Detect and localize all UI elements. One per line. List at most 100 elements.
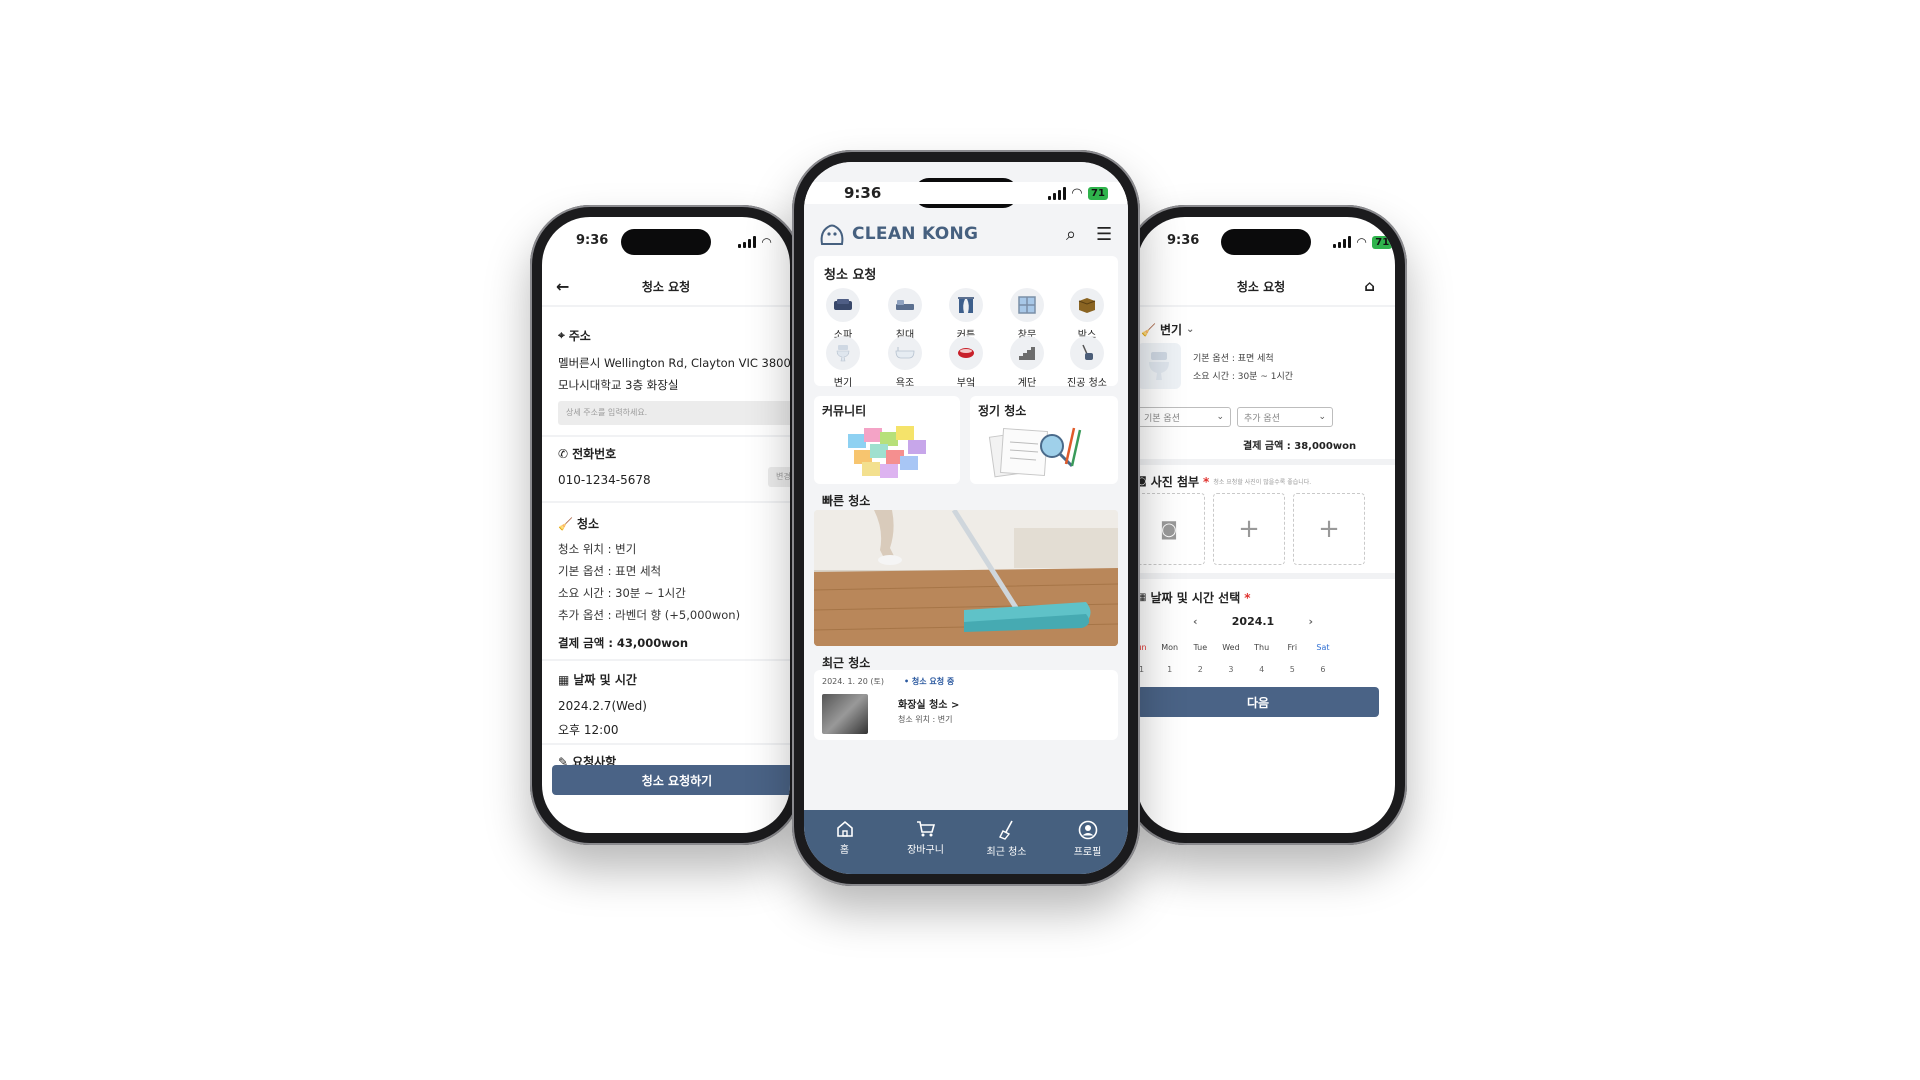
gorilla-logo-icon <box>820 224 844 245</box>
weekday-thu: Thu <box>1254 643 1270 652</box>
regular-cleaning-card[interactable]: 정기 청소 <box>970 396 1118 484</box>
cleaning-location: 청소 위치 : 변기 <box>558 542 637 556</box>
page-title: 청소 요청 <box>1236 279 1286 294</box>
tab-profile[interactable]: 프로필 <box>1058 820 1118 858</box>
wifi-icon: ◠ <box>1072 186 1082 201</box>
battery-icon: 71 <box>1372 235 1393 249</box>
wifi-icon: ◠ <box>1357 235 1367 249</box>
signal-icon <box>738 236 756 248</box>
signal-icon <box>1333 236 1351 248</box>
photo-section-title: ◙ 사진 첨부 * 청소 요청할 사진이 많을수록 좋습니다. <box>1137 474 1312 490</box>
category-toilet[interactable]: 변기 <box>818 336 868 389</box>
photo-upload-slot-1[interactable]: ◙ <box>1137 493 1205 565</box>
date-cell[interactable]: 3 <box>1219 665 1243 674</box>
category-sofa[interactable]: 소파 <box>818 288 868 341</box>
extra-option-select[interactable]: 추가 옵션 ⌄ <box>1237 407 1333 427</box>
cart-icon <box>916 821 935 837</box>
center-screen: 9:36 ◠ 71 CLEAN KONG ⌕ ☰ 청소 요청 소파 침대 <box>804 162 1128 874</box>
recent-title: 최근 청소 <box>822 656 871 670</box>
date-cell[interactable]: 6 <box>1311 665 1335 674</box>
chevron-right-icon[interactable]: › <box>1308 615 1313 628</box>
calendar-icon: ▦ <box>558 672 570 687</box>
date-cell[interactable]: 1 <box>1158 665 1182 674</box>
plus-icon: + <box>1318 514 1340 544</box>
home-icon <box>836 820 853 837</box>
vacuum-icon <box>1070 336 1104 370</box>
detail-address-input[interactable]: 상세 주소를 입력하세요. <box>558 401 790 425</box>
bathtub-icon <box>888 336 922 370</box>
brand-name: CLEAN KONG <box>852 224 979 244</box>
bed-icon <box>888 288 922 322</box>
tab-home[interactable]: 홈 <box>815 820 875 856</box>
recent-date: 2024. 1. 20 (토) <box>822 677 884 686</box>
next-button[interactable]: 다음 <box>1137 687 1379 717</box>
chevron-down-icon: ⌄ <box>1216 412 1224 422</box>
brand-logo[interactable]: CLEAN KONG <box>818 222 978 246</box>
tab-recent-cleaning[interactable]: 최근 청소 <box>977 820 1037 858</box>
weekday-mon: Mon <box>1161 643 1179 652</box>
request-title: 청소 요청 <box>824 268 877 283</box>
category-vacuum[interactable]: 진공 청소 <box>1062 336 1112 389</box>
address-section-title: ⌖ 주소 <box>558 328 591 343</box>
address-line2: 모나시대학교 3층 화장실 <box>558 378 679 392</box>
tab-cart[interactable]: 장바구니 <box>896 820 956 856</box>
basic-option-select[interactable]: 기본 옵션 ⌄ <box>1137 407 1231 427</box>
category-bathtub[interactable]: 욕조 <box>880 336 930 389</box>
search-icon[interactable]: ⌕ <box>1066 224 1076 245</box>
window-icon <box>1010 288 1044 322</box>
recent-name[interactable]: 화장실 청소 > <box>898 696 959 711</box>
broom-icon: 🧹 <box>558 516 573 531</box>
chevron-down-icon: ⌄ <box>1186 324 1195 335</box>
phone-value: 010-1234-5678 <box>558 473 651 487</box>
date-cell[interactable]: 2 <box>1188 665 1212 674</box>
center-phone: 9:36 ◠ 71 CLEAN KONG ⌕ ☰ 청소 요청 소파 침대 <box>792 150 1140 886</box>
date-row: 31 1 2 3 4 5 6 <box>1137 665 1335 674</box>
page-title: 청소 요청 <box>641 279 691 294</box>
photo-upload-slot-3[interactable]: + <box>1293 493 1365 565</box>
back-arrow-icon[interactable]: ← <box>556 277 569 296</box>
category-kitchen[interactable]: 부엌 <box>941 336 991 389</box>
status-time: 9:36 <box>1167 233 1200 248</box>
chevron-left-icon[interactable]: ‹ <box>1193 615 1198 628</box>
left-phone: 9:36 ◠ ← 청소 요청 ⌖ 주소 멜버른시 Wellington Rd, … <box>530 205 802 845</box>
item-basic: 기본 옵션 : 표면 세척 <box>1193 354 1274 364</box>
item-title[interactable]: 🧹 변기 ⌄ <box>1141 321 1194 338</box>
box-icon <box>1070 288 1104 322</box>
sofa-icon <box>826 288 860 322</box>
category-window[interactable]: 창문 <box>1002 288 1052 341</box>
photo-upload-slot-2[interactable]: + <box>1213 493 1285 565</box>
mop-floor-image <box>814 510 1118 646</box>
recent-item[interactable]: 2024. 1. 20 (토) • 청소 요청 중 화장실 청소 > 청소 위치… <box>814 670 1118 740</box>
category-bed[interactable]: 침대 <box>880 288 930 341</box>
cleaning-payment: 결제 금액 : 43,000won <box>558 636 689 650</box>
date-cell[interactable]: 4 <box>1250 665 1274 674</box>
camera-icon: ◙ <box>1160 518 1178 540</box>
datetime-date: 2024.2.7(Wed) <box>558 699 647 713</box>
category-stairs[interactable]: 계단 <box>1002 336 1052 389</box>
weekday-fri: Fri <box>1287 643 1298 652</box>
phone-change-button[interactable]: 변경 <box>768 467 790 487</box>
submit-request-button[interactable]: 청소 요청하기 <box>552 765 790 795</box>
category-curtain[interactable]: 커튼 <box>941 288 991 341</box>
home-icon[interactable]: ⌂ <box>1364 277 1375 295</box>
left-screen: 9:36 ◠ ← 청소 요청 ⌖ 주소 멜버른시 Wellington Rd, … <box>542 217 790 833</box>
chevron-down-icon: ⌄ <box>1318 412 1326 422</box>
stairs-icon <box>1010 336 1044 370</box>
calendar-section-title: ▦ 날짜 및 시간 선택 * <box>1137 590 1251 606</box>
community-card[interactable]: 커뮤니티 <box>814 396 960 484</box>
recent-status: • 청소 요청 중 <box>904 677 955 686</box>
cleaning-extra: 추가 옵션 : 라벤더 향 (+5,000won) <box>558 608 741 622</box>
cleaning-section-title: 🧹 청소 <box>558 516 600 532</box>
category-box[interactable]: 박스 <box>1062 288 1112 341</box>
quick-clean-banner[interactable] <box>814 510 1118 646</box>
documents-magnifier-icon <box>988 427 1082 478</box>
signal-icon <box>1048 187 1066 200</box>
right-phone: 9:36 ◠ 71 청소 요청 ⌂ 🧹 변기 ⌄ 기본 옵션 : 표면 세척 소… <box>1125 205 1407 845</box>
date-cell[interactable]: 5 <box>1280 665 1304 674</box>
right-navbar: 청소 요청 ⌂ <box>1137 269 1395 303</box>
request-card: 청소 요청 소파 침대 커튼 창문 박스 <box>814 256 1118 389</box>
location-pin-icon: ⌖ <box>558 328 565 342</box>
status-bar: 9:36 ◠ 71 <box>804 182 1128 204</box>
menu-icon[interactable]: ☰ <box>1096 224 1112 245</box>
weekday-row: Sun Mon Tue Wed Thu Fri Sat <box>1137 643 1335 652</box>
